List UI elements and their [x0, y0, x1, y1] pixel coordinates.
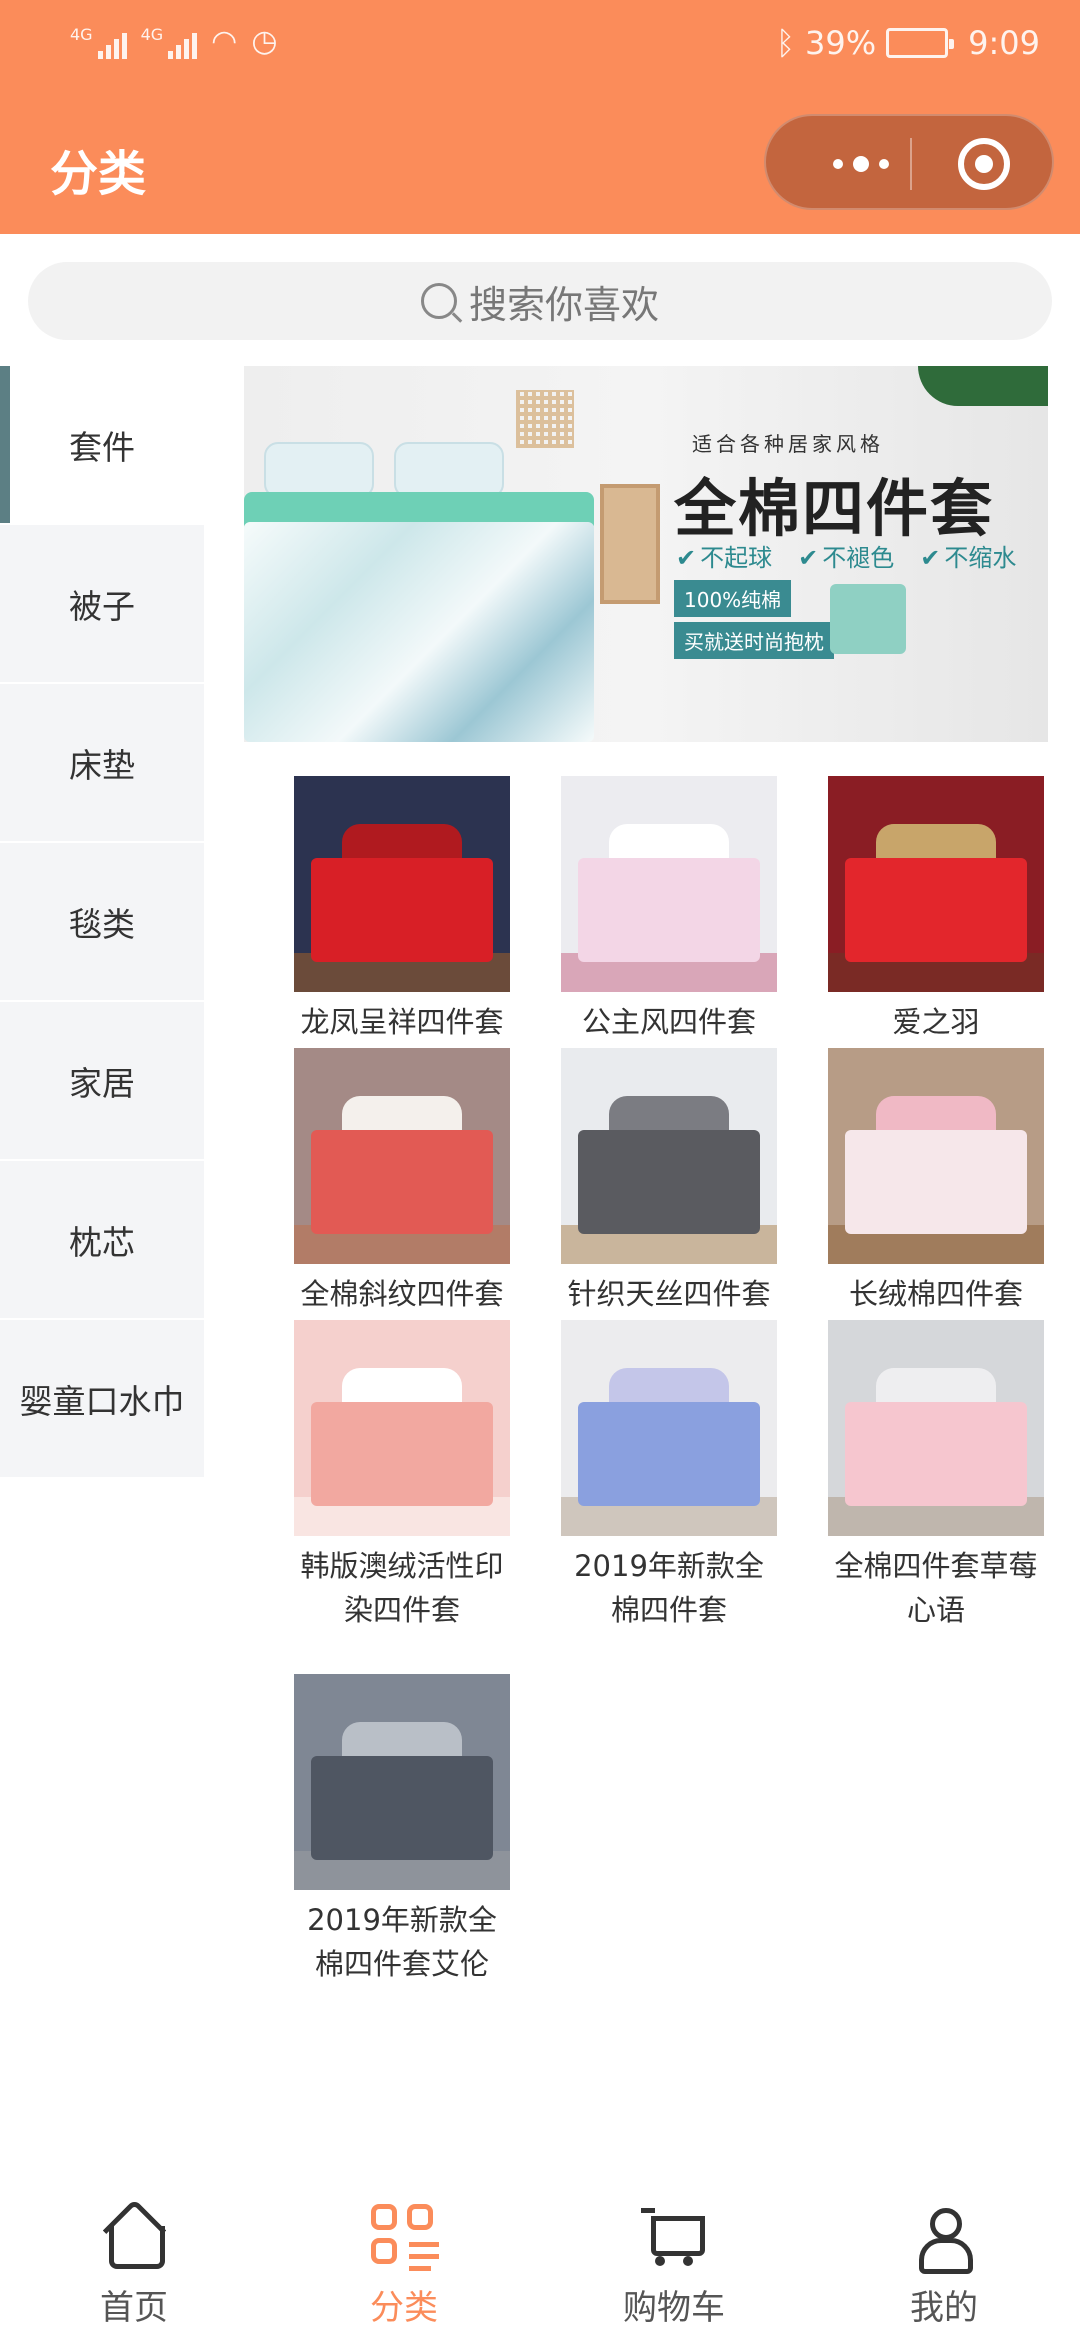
- banner-tag-gift: 买就送时尚抱枕: [674, 622, 834, 659]
- product-image: [828, 776, 1044, 992]
- product-name: 2019年新款全棉四件套: [574, 1549, 764, 1627]
- sidebar-item-label: 枕芯: [69, 1222, 135, 1262]
- product-image: [828, 1048, 1044, 1264]
- promo-banner[interactable]: 适合各种居家风格 全棉四件套 不起球 不褪色 不缩水 100%纯棉 买就送时尚抱…: [244, 366, 1048, 742]
- product-image: [294, 1048, 510, 1264]
- product-name: 全棉斜纹四件套: [300, 1277, 504, 1311]
- product-card[interactable]: 爱之羽: [828, 776, 1044, 1048]
- product-name: 长绒棉四件套: [848, 1277, 1023, 1311]
- tab-label: 首页: [100, 2288, 168, 2328]
- tab-mine[interactable]: 我的: [844, 2204, 1044, 2329]
- product-image: [294, 1320, 510, 1536]
- product-name: 龙凤呈祥四件套: [300, 1005, 504, 1039]
- banner-subtitle: 适合各种居家风格: [692, 432, 884, 456]
- status-left: 4G 4G ◠ ◷: [70, 24, 278, 59]
- sidebar-item-label: 毯类: [69, 904, 135, 944]
- plant-decoration: [918, 366, 1048, 406]
- product-card[interactable]: 全棉斜纹四件套: [294, 1048, 510, 1320]
- miniprogram-capsule: [764, 114, 1054, 210]
- product-name: 韩版澳绒活性印染四件套: [300, 1549, 504, 1627]
- signal-icon: 4G: [141, 25, 198, 59]
- product-image: [294, 776, 510, 992]
- banner-feature: 不起球: [676, 538, 772, 573]
- tab-cart[interactable]: 购物车: [574, 2204, 774, 2329]
- sidebar-item-pillow-core[interactable]: 枕芯: [0, 1161, 204, 1320]
- signal-icon: 4G: [70, 25, 127, 59]
- capsule-divider: [910, 138, 912, 190]
- banner-pillow-image: [830, 584, 906, 654]
- product-image: [294, 1674, 510, 1890]
- product-card[interactable]: 龙凤呈祥四件套: [294, 776, 510, 1048]
- category-icon: [369, 2204, 439, 2271]
- status-bar: 4G 4G ◠ ◷ ᛒ 39% 9:09: [0, 0, 1080, 90]
- search-placeholder: 搜索你喜欢: [468, 282, 659, 327]
- banner-feature: 不褪色: [798, 538, 894, 573]
- sidebar-item-label: 婴童口水巾: [19, 1381, 185, 1421]
- sidebar-item-quilt[interactable]: 被子: [0, 525, 204, 684]
- bluetooth-icon: ᛒ: [775, 24, 796, 62]
- cart-icon: [639, 2204, 709, 2270]
- network-type-label: 4G: [70, 24, 93, 44]
- alarm-icon: ◷: [251, 24, 278, 59]
- product-grid: 龙凤呈祥四件套 公主风四件套 爱之羽 全棉斜纹四件套 针织天丝四件套 长绒棉四件…: [294, 776, 1044, 2028]
- product-card[interactable]: 公主风四件套: [561, 776, 777, 1048]
- tab-home[interactable]: 首页: [34, 2204, 234, 2329]
- sidebar-item-mattress[interactable]: 床垫: [0, 684, 204, 843]
- product-card[interactable]: 全棉四件套草莓心语: [828, 1320, 1044, 1674]
- clock-time: 9:09: [968, 24, 1040, 62]
- sidebar-item-label: 家居: [69, 1063, 135, 1103]
- wall-grid-decoration: [516, 390, 574, 448]
- sidebar-item-baby-towel[interactable]: 婴童口水巾: [0, 1320, 204, 1479]
- banner-feature: 不缩水: [920, 538, 1016, 573]
- banner-features: 不起球 不褪色 不缩水: [676, 538, 1016, 573]
- product-name: 2019年新款全棉四件套艾伦: [307, 1903, 497, 1981]
- product-image: [561, 776, 777, 992]
- page-title: 分类: [50, 146, 147, 202]
- tab-label: 分类: [370, 2288, 438, 2328]
- battery-icon: [886, 28, 955, 58]
- sidebar-item-label: 床垫: [69, 745, 135, 785]
- tab-category[interactable]: 分类: [304, 2204, 504, 2329]
- search-icon: [420, 283, 457, 319]
- sidebar-item-label: 套件: [69, 427, 135, 467]
- tab-label: 购物车: [623, 2288, 725, 2328]
- product-name: 针织天丝四件套: [567, 1277, 771, 1311]
- network-type-label: 4G: [140, 24, 164, 44]
- battery-percent: 39%: [805, 24, 877, 62]
- sidebar-item-blanket[interactable]: 毯类: [0, 843, 204, 1002]
- banner-title: 全棉四件套: [674, 472, 995, 545]
- product-name: 公主风四件套: [581, 1005, 756, 1039]
- wifi-icon: ◠: [211, 24, 238, 59]
- product-card[interactable]: 韩版澳绒活性印染四件套: [294, 1320, 510, 1674]
- banner-bed-image: [244, 442, 594, 742]
- product-image: [828, 1320, 1044, 1536]
- banner-tag-cotton: 100%纯棉: [674, 580, 792, 617]
- sidebar-item-label: 被子: [69, 586, 135, 626]
- home-icon: [99, 2204, 169, 2270]
- header-bar: 4G 4G ◠ ◷ ᛒ 39% 9:09 分类: [0, 0, 1080, 234]
- status-right: ᛒ 39% 9:09: [776, 24, 1040, 62]
- product-card[interactable]: 2019年新款全棉四件套艾伦: [294, 1674, 510, 2028]
- more-icon[interactable]: [806, 116, 916, 212]
- search-input[interactable]: 搜索你喜欢: [28, 262, 1052, 340]
- product-card[interactable]: 长绒棉四件套: [828, 1048, 1044, 1320]
- tab-label: 我的: [910, 2288, 978, 2328]
- product-name: 全棉四件套草莓心语: [834, 1549, 1038, 1627]
- product-image: [561, 1048, 777, 1264]
- sidebar-item-home[interactable]: 家居: [0, 1002, 204, 1161]
- user-icon: [909, 2204, 979, 2274]
- close-target-icon[interactable]: [958, 138, 1010, 190]
- shelf-decoration: [600, 484, 660, 604]
- product-image: [561, 1320, 777, 1536]
- bottom-tab-bar: 首页 分类 购物车 我的: [0, 2180, 1080, 2340]
- product-card[interactable]: 2019年新款全棉四件套: [561, 1320, 777, 1674]
- product-card[interactable]: 针织天丝四件套: [561, 1048, 777, 1320]
- sidebar-item-suite[interactable]: 套件: [0, 366, 204, 525]
- category-sidebar: 套件 被子 床垫 毯类 家居 枕芯 婴童口水巾: [0, 366, 204, 1479]
- product-name: 爱之羽: [892, 1005, 980, 1039]
